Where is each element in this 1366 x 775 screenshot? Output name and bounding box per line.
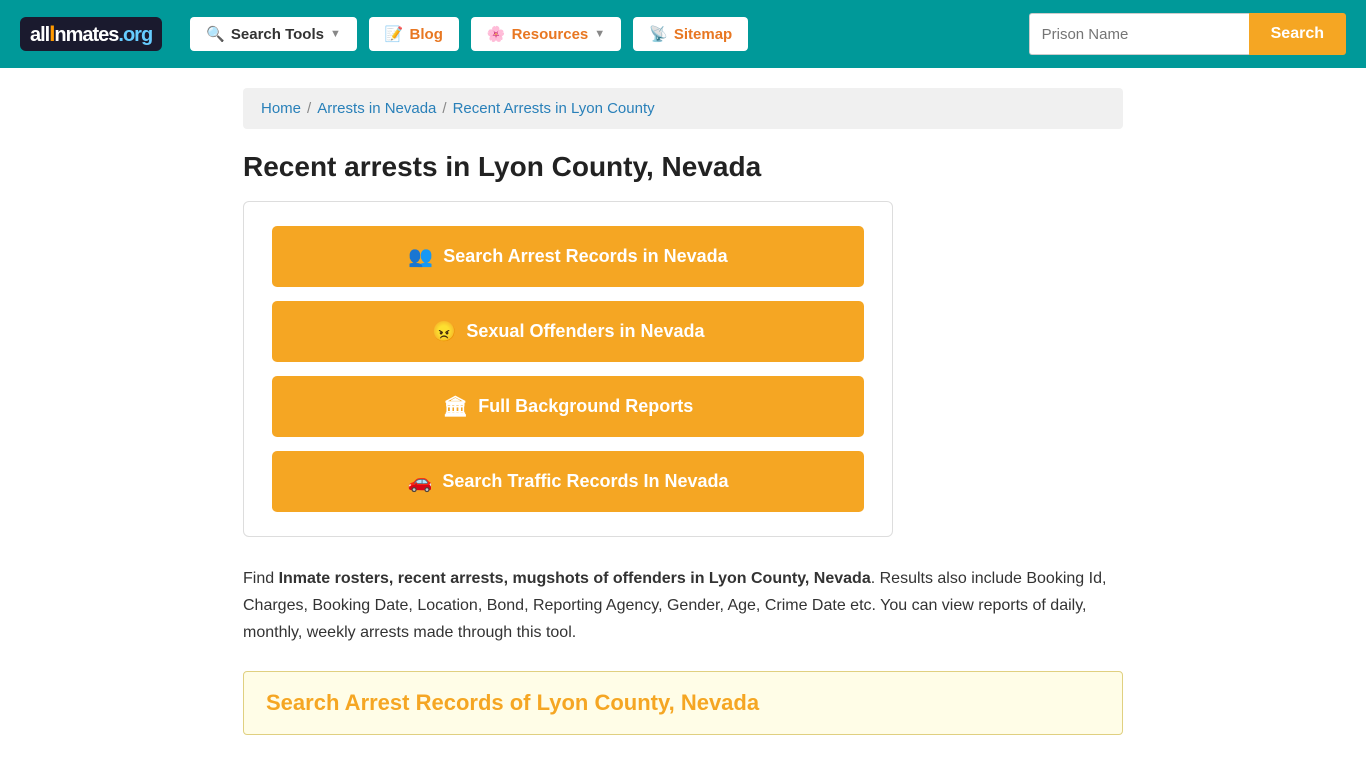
search-tools-label: Search Tools xyxy=(231,26,324,43)
header-search-area: Search xyxy=(1029,13,1346,55)
traffic-records-button[interactable]: 🚗 Search Traffic Records In Nevada xyxy=(272,451,864,512)
search-tools-icon: 🔍 xyxy=(206,25,225,43)
header-search-button[interactable]: Search xyxy=(1249,13,1346,55)
header-search-label: Search xyxy=(1271,25,1324,42)
sitemap-label: Sitemap xyxy=(674,26,732,43)
section-heading-box: Search Arrest Records of Lyon County, Ne… xyxy=(243,671,1123,735)
blog-button[interactable]: 📝 Blog xyxy=(369,17,459,51)
description-intro: Find xyxy=(243,570,279,587)
search-arrest-records-button[interactable]: 👥 Search Arrest Records in Nevada xyxy=(272,226,864,287)
description-bold: Inmate rosters, recent arrests, mugshots… xyxy=(279,570,871,587)
blog-label: Blog xyxy=(410,26,443,43)
page-title: Recent arrests in Lyon County, Nevada xyxy=(243,151,1123,183)
arrest-records-icon: 👥 xyxy=(408,244,433,269)
sexual-offenders-label: Sexual Offenders in Nevada xyxy=(466,321,704,342)
breadcrumb-nevada[interactable]: Arrests in Nevada xyxy=(317,100,436,117)
breadcrumb-lyon-county[interactable]: Recent Arrests in Lyon County xyxy=(453,100,655,117)
search-tools-button[interactable]: 🔍 Search Tools ▼ xyxy=(190,17,357,51)
prison-name-input[interactable] xyxy=(1029,13,1249,55)
background-reports-icon: 🏛 xyxy=(443,394,468,419)
logo-text: allInmates.org xyxy=(30,21,152,47)
action-button-box: 👥 Search Arrest Records in Nevada 😠 Sexu… xyxy=(243,201,893,537)
sexual-offenders-button[interactable]: 😠 Sexual Offenders in Nevada xyxy=(272,301,864,362)
resources-icon: 🌸 xyxy=(487,25,506,43)
traffic-records-icon: 🚗 xyxy=(407,469,432,494)
breadcrumb: Home / Arrests in Nevada / Recent Arrest… xyxy=(243,88,1123,129)
sitemap-icon: 📡 xyxy=(649,25,668,43)
breadcrumb-home[interactable]: Home xyxy=(261,100,301,117)
resources-arrow: ▼ xyxy=(594,28,605,40)
traffic-records-label: Search Traffic Records In Nevada xyxy=(442,471,728,492)
resources-button[interactable]: 🌸 Resources ▼ xyxy=(471,17,621,51)
background-reports-button[interactable]: 🏛 Full Background Reports xyxy=(272,376,864,437)
logo-wrap: allInmates.org xyxy=(20,17,162,51)
main-content: Home / Arrests in Nevada / Recent Arrest… xyxy=(223,68,1143,775)
resources-label: Resources xyxy=(512,26,589,43)
search-tools-arrow: ▼ xyxy=(330,28,341,40)
sexual-offenders-icon: 😠 xyxy=(432,319,457,344)
breadcrumb-sep-1: / xyxy=(307,100,311,117)
description-paragraph: Find Inmate rosters, recent arrests, mug… xyxy=(243,565,1123,647)
arrest-records-label: Search Arrest Records in Nevada xyxy=(443,246,727,267)
blog-icon: 📝 xyxy=(385,25,404,43)
site-header: allInmates.org 🔍 Search Tools ▼ 📝 Blog 🌸… xyxy=(0,0,1366,68)
section-heading: Search Arrest Records of Lyon County, Ne… xyxy=(266,690,1100,716)
breadcrumb-sep-2: / xyxy=(442,100,446,117)
background-reports-label: Full Background Reports xyxy=(478,396,693,417)
sitemap-button[interactable]: 📡 Sitemap xyxy=(633,17,748,51)
site-logo: allInmates.org xyxy=(20,17,162,51)
